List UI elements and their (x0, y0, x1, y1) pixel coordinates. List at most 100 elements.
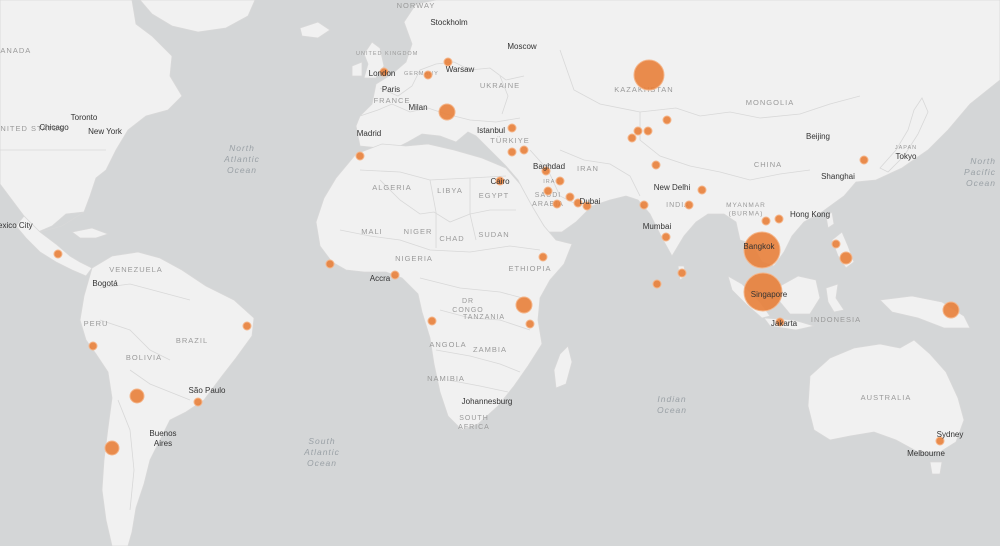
country-label-brazil: BRAZIL (176, 336, 208, 345)
country-label-bolivia: BOLIVIA (126, 353, 162, 362)
city-label-sydney: Sydney (937, 430, 964, 439)
country-label-ethiopia: ETHIOPIA (508, 264, 551, 273)
tasmania-landmass (929, 461, 943, 475)
city-label-chicago: Chicago (39, 123, 69, 132)
location-marker[interactable] (627, 133, 637, 143)
country-label-mongolia: MONGOLIA (746, 98, 794, 107)
country-label-tanzania: TANZANIA (463, 314, 505, 321)
city-label-milan: Milan (408, 103, 427, 112)
location-marker[interactable] (651, 160, 661, 170)
country-label-france: FRANCE (374, 96, 411, 105)
location-marker[interactable] (942, 301, 960, 319)
country-label-germany: GERMANY (404, 71, 439, 77)
city-label-mexicocity: Mexico City (0, 221, 33, 230)
location-marker[interactable] (525, 319, 535, 329)
location-marker[interactable] (633, 59, 665, 91)
city-label-toronto: Toronto (71, 113, 98, 122)
world-map[interactable]: CANADAUNITED STATESNORWAYUNITED KINGDOMG… (0, 0, 1000, 546)
location-marker[interactable] (519, 145, 529, 155)
country-label-uk: UNITED KINGDOM (356, 51, 418, 57)
country-label-chad: CHAD (439, 234, 464, 243)
ocean-label-north-atlantic: North Atlantic Ocean (223, 143, 260, 175)
country-label-namibia: NAMIBIA (427, 374, 465, 383)
ocean-label-south-atlantic: South Atlantic Ocean (303, 436, 340, 468)
country-label-algeria: ALGERIA (372, 183, 412, 192)
location-marker[interactable] (538, 252, 548, 262)
location-marker[interactable] (859, 155, 869, 165)
location-marker[interactable] (697, 185, 707, 195)
city-label-baghdad: Baghdad (533, 162, 565, 171)
city-label-istanbul: Istanbul (477, 126, 505, 135)
city-label-beijing: Beijing (806, 132, 830, 141)
country-label-myanmar: MYANMAR (BURMA) (726, 202, 766, 218)
location-marker[interactable] (193, 397, 203, 407)
location-marker[interactable] (390, 270, 400, 280)
city-label-moscow: Moscow (507, 42, 537, 51)
country-label-niger: NIGER (404, 227, 433, 236)
city-label-singapore: Singapore (751, 290, 788, 299)
city-label-bogota: Bogotá (92, 279, 118, 288)
city-label-bangkok: Bangkok (743, 242, 775, 251)
country-label-peru: PERU (84, 319, 109, 328)
country-label-turkiye: TÜRKIYE (490, 136, 530, 145)
location-marker[interactable] (643, 126, 653, 136)
location-marker[interactable] (831, 239, 841, 249)
country-label-libya: LIBYA (437, 186, 463, 195)
country-label-egypt: EGYPT (479, 191, 509, 200)
location-marker[interactable] (555, 176, 565, 186)
location-marker[interactable] (438, 103, 456, 121)
location-marker[interactable] (242, 321, 252, 331)
location-marker[interactable] (639, 200, 649, 210)
country-label-australia: AUSTRALIA (861, 393, 912, 402)
city-label-melbourne: Melbourne (907, 449, 945, 458)
location-marker[interactable] (104, 440, 120, 456)
country-label-angola: ANGOLA (429, 340, 466, 349)
location-marker[interactable] (515, 296, 533, 314)
city-label-newdelhi: New Delhi (654, 183, 691, 192)
country-label-iran: IRAN (577, 164, 599, 173)
location-marker[interactable] (423, 70, 433, 80)
city-label-hongkong: Hong Kong (790, 210, 830, 219)
city-label-accra: Accra (370, 274, 391, 283)
country-label-zambia: ZAMBIA (473, 345, 507, 354)
city-label-tokyo: Tokyo (896, 152, 917, 161)
location-marker[interactable] (129, 388, 145, 404)
country-label-ukraine: UKRAINE (480, 81, 520, 90)
location-marker[interactable] (761, 216, 771, 226)
country-label-mali: MALI (361, 227, 383, 236)
location-marker[interactable] (427, 316, 437, 326)
city-label-cairo: Cairo (490, 177, 510, 186)
city-label-mumbai: Mumbai (643, 222, 672, 231)
location-marker[interactable] (552, 199, 562, 209)
location-marker[interactable] (355, 151, 365, 161)
country-label-canada: CANADA (0, 46, 31, 55)
city-label-paris: Paris (382, 85, 400, 94)
country-label-sudan: SUDAN (478, 230, 509, 239)
city-label-saopaulo: São Paulo (189, 386, 226, 395)
location-marker[interactable] (507, 147, 517, 157)
city-label-london: London (369, 69, 396, 78)
location-marker[interactable] (677, 268, 687, 278)
city-label-jakarta: Jakarta (771, 319, 798, 328)
country-label-nigeria: NIGERIA (395, 254, 433, 263)
location-marker[interactable] (507, 123, 517, 133)
location-marker[interactable] (661, 232, 671, 242)
country-label-japan: JAPAN (895, 145, 917, 151)
location-marker[interactable] (565, 192, 575, 202)
location-marker[interactable] (684, 200, 694, 210)
map-canvas[interactable]: CANADAUNITED STATESNORWAYUNITED KINGDOMG… (0, 0, 1000, 546)
ocean-label-indian: Indian Ocean (657, 394, 687, 415)
location-marker[interactable] (543, 186, 553, 196)
location-marker[interactable] (662, 115, 672, 125)
location-marker[interactable] (53, 249, 63, 259)
city-label-madrid: Madrid (357, 129, 381, 138)
location-marker[interactable] (774, 214, 784, 224)
city-label-shanghai: Shanghai (821, 172, 855, 181)
location-marker[interactable] (88, 341, 98, 351)
location-marker[interactable] (633, 126, 643, 136)
location-marker[interactable] (839, 251, 853, 265)
location-marker[interactable] (325, 259, 335, 269)
location-marker[interactable] (652, 279, 662, 289)
city-label-johannesburg: Johannesburg (462, 397, 513, 406)
city-label-warsaw: Warsaw (446, 65, 475, 74)
